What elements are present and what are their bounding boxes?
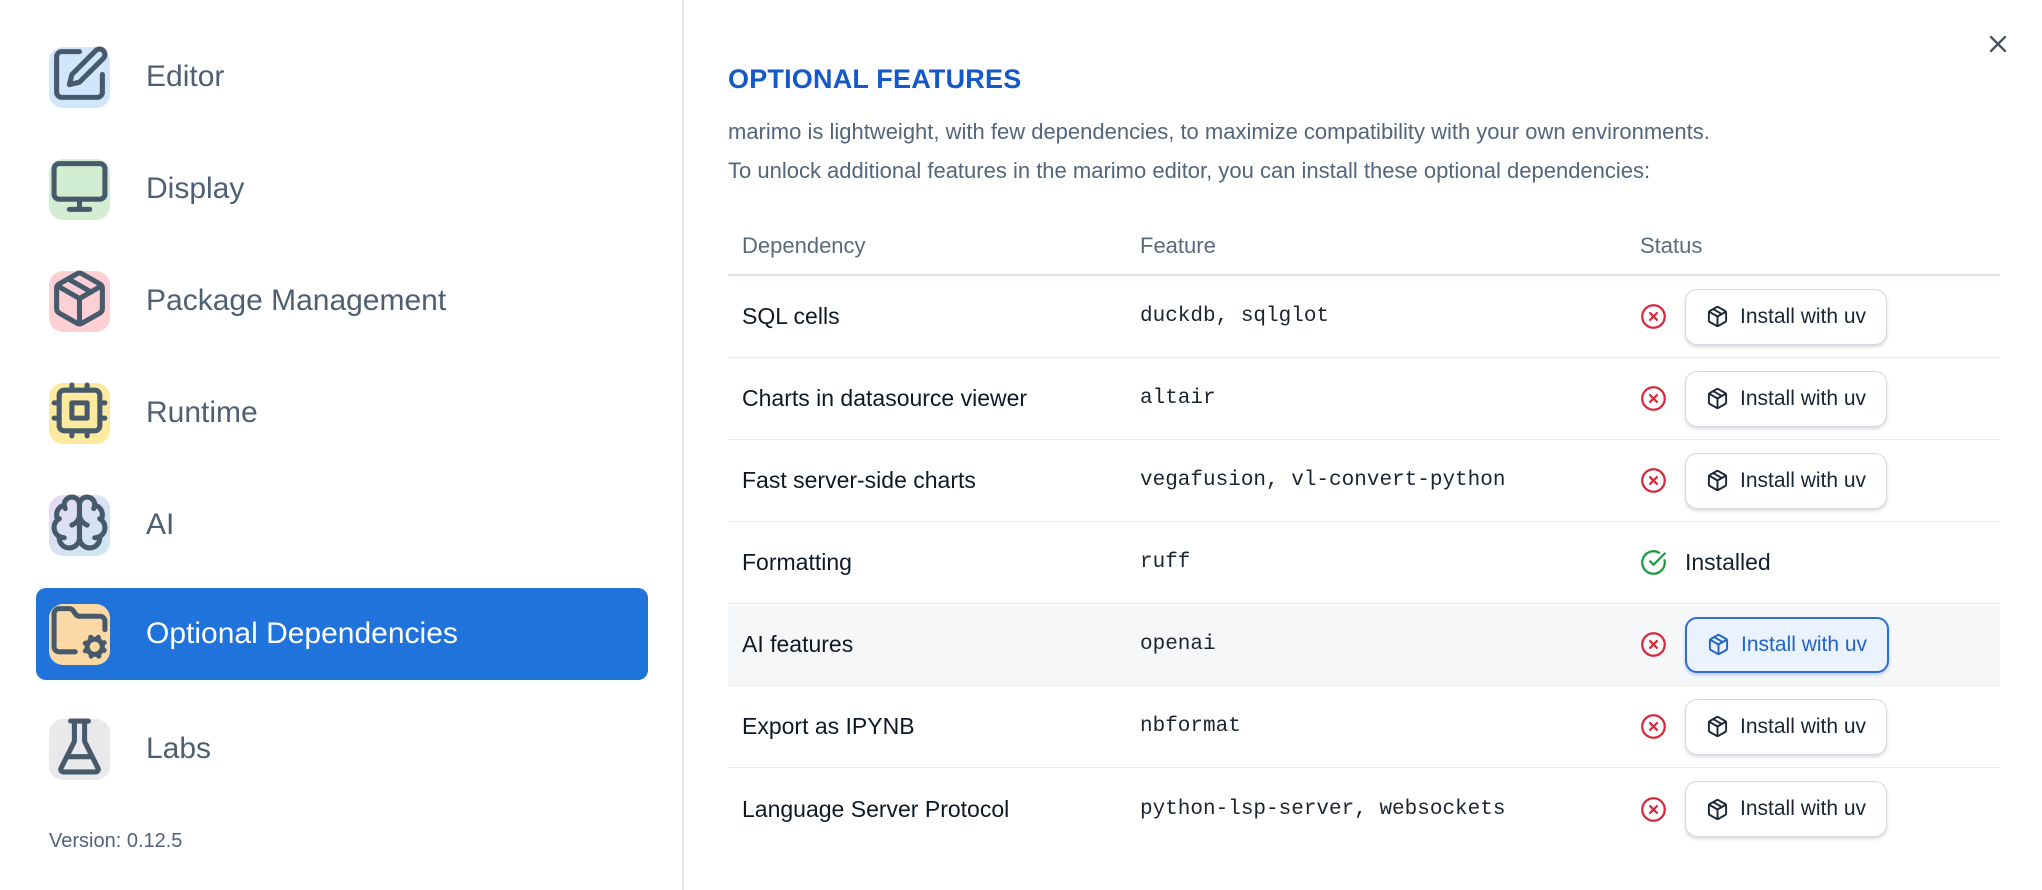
square-pen-icon bbox=[49, 46, 110, 108]
circle-x-icon bbox=[1640, 796, 1667, 823]
feature-cell: nbformat bbox=[1140, 715, 1241, 738]
dependencies-table: Dependency Feature Status SQL cells duck… bbox=[728, 218, 2000, 850]
installed-label: Installed bbox=[1685, 549, 1771, 575]
install-button-label: Install with uv bbox=[1740, 797, 1867, 820]
sidebar-item-label: Package Management bbox=[146, 284, 447, 317]
status-cell: Install with uv bbox=[1640, 616, 2000, 673]
install-with-uv-button[interactable]: Install with uv bbox=[1685, 781, 1888, 837]
circle-x-icon bbox=[1640, 303, 1667, 330]
cpu-icon bbox=[49, 382, 110, 444]
dependency-cell: Export as IPYNB bbox=[742, 713, 915, 739]
table-body: SQL cells duckdb, sqlglot Install with u… bbox=[728, 276, 2000, 850]
x-icon bbox=[1984, 30, 2012, 58]
sidebar-item-package-management[interactable]: Package Management bbox=[36, 255, 446, 347]
dependency-cell: Charts in datasource viewer bbox=[742, 385, 1028, 411]
install-with-uv-button[interactable]: Install with uv bbox=[1685, 698, 1888, 755]
install-with-uv-button[interactable]: Install with uv bbox=[1685, 370, 1888, 427]
install-button-label: Install with uv bbox=[1741, 632, 1868, 656]
brain-icon bbox=[49, 494, 110, 556]
optional-features-panel: OPTIONAL FEATURES marimo is lightweight,… bbox=[684, 0, 2042, 890]
status-cell: Install with uv bbox=[1640, 781, 2000, 837]
folder-cog-icon bbox=[49, 603, 110, 665]
circle-x-icon bbox=[1640, 385, 1667, 412]
panel-description: marimo is lightweight, with few dependen… bbox=[728, 112, 1710, 190]
header-feature: Feature bbox=[1140, 233, 1216, 258]
install-button-label: Install with uv bbox=[1740, 468, 1867, 492]
install-with-uv-button[interactable]: Install with uv bbox=[1685, 288, 1888, 345]
sidebar-item-label: AI bbox=[146, 508, 175, 541]
install-button-label: Install with uv bbox=[1740, 714, 1867, 738]
sidebar-item-labs[interactable]: Labs bbox=[36, 703, 211, 795]
table-row: Export as IPYNB nbformat Install with uv bbox=[728, 686, 2000, 768]
package-icon bbox=[49, 270, 110, 332]
sidebar-item-label: Labs bbox=[146, 732, 212, 765]
sidebar-item-runtime[interactable]: Runtime bbox=[36, 367, 258, 459]
flask-icon bbox=[49, 718, 110, 780]
status-cell: Install with uv bbox=[1640, 698, 2000, 755]
package-icon bbox=[1706, 305, 1729, 328]
version-label: Version: 0.12.5 bbox=[49, 830, 183, 852]
close-button[interactable] bbox=[1980, 26, 2016, 62]
sidebar-item-label: Display bbox=[146, 172, 245, 205]
status-cell: Install with uv bbox=[1640, 452, 2000, 509]
install-button-label: Install with uv bbox=[1740, 304, 1867, 328]
table-header-row: Dependency Feature Status bbox=[728, 218, 2000, 276]
sidebar-item-editor[interactable]: Editor bbox=[36, 31, 224, 123]
monitor-icon bbox=[49, 158, 110, 220]
settings-sidebar: Editor Display Package Management Runtim… bbox=[0, 0, 682, 890]
page-title: OPTIONAL FEATURES bbox=[728, 64, 1022, 95]
table-row: SQL cells duckdb, sqlglot Install with u… bbox=[728, 276, 2000, 358]
package-icon bbox=[1706, 469, 1729, 492]
install-button-label: Install with uv bbox=[1740, 386, 1867, 410]
install-with-uv-button[interactable]: Install with uv bbox=[1685, 616, 1890, 673]
feature-cell: openai bbox=[1140, 633, 1216, 656]
package-icon bbox=[1707, 633, 1730, 656]
sidebar-item-ai[interactable]: AI bbox=[36, 479, 174, 571]
sidebar-item-label: Optional Dependencies bbox=[146, 617, 458, 650]
settings-dialog: Editor Display Package Management Runtim… bbox=[0, 0, 2042, 890]
package-icon bbox=[1706, 798, 1729, 821]
sidebar-item-label: Runtime bbox=[146, 396, 258, 429]
feature-cell: altair bbox=[1140, 387, 1216, 410]
status-cell: Install with uv bbox=[1640, 288, 2000, 345]
install-with-uv-button[interactable]: Install with uv bbox=[1685, 452, 1888, 509]
feature-cell: vegafusion, vl-convert-python bbox=[1140, 469, 1506, 492]
header-status: Status bbox=[1640, 233, 1703, 258]
description-line: marimo is lightweight, with few dependen… bbox=[728, 119, 1710, 144]
table-row: AI features openai Install with uv bbox=[728, 604, 2000, 686]
description-line: To unlock additional features in the mar… bbox=[728, 158, 1651, 183]
table-row: Charts in datasource viewer altair Insta… bbox=[728, 358, 2000, 440]
feature-cell: duckdb, sqlglot bbox=[1140, 305, 1330, 328]
circle-check-icon bbox=[1640, 549, 1667, 576]
circle-x-icon bbox=[1640, 631, 1667, 658]
dependency-cell: SQL cells bbox=[742, 303, 840, 329]
table-row: Formatting ruff Installed bbox=[728, 522, 2000, 604]
dependency-cell: Fast server-side charts bbox=[742, 467, 976, 493]
sidebar-item-optional-dependencies[interactable]: Optional Dependencies bbox=[36, 588, 648, 680]
circle-x-icon bbox=[1640, 467, 1667, 494]
circle-x-icon bbox=[1640, 713, 1667, 740]
sidebar-item-display[interactable]: Display bbox=[36, 143, 244, 235]
dependency-cell: Language Server Protocol bbox=[742, 795, 1010, 822]
package-icon bbox=[1706, 715, 1729, 738]
table-row: Language Server Protocol python-lsp-serv… bbox=[728, 768, 2000, 850]
feature-cell: ruff bbox=[1140, 551, 1191, 574]
sidebar-item-label: Editor bbox=[146, 60, 225, 93]
header-dependency: Dependency bbox=[742, 233, 866, 258]
status-cell: Installed bbox=[1640, 549, 2000, 576]
status-cell: Install with uv bbox=[1640, 370, 2000, 427]
table-row: Fast server-side charts vegafusion, vl-c… bbox=[728, 440, 2000, 522]
dependency-cell: Formatting bbox=[742, 549, 852, 575]
feature-cell: python-lsp-server, websockets bbox=[1140, 797, 1506, 821]
package-icon bbox=[1706, 387, 1729, 410]
dependency-cell: AI features bbox=[742, 631, 854, 657]
